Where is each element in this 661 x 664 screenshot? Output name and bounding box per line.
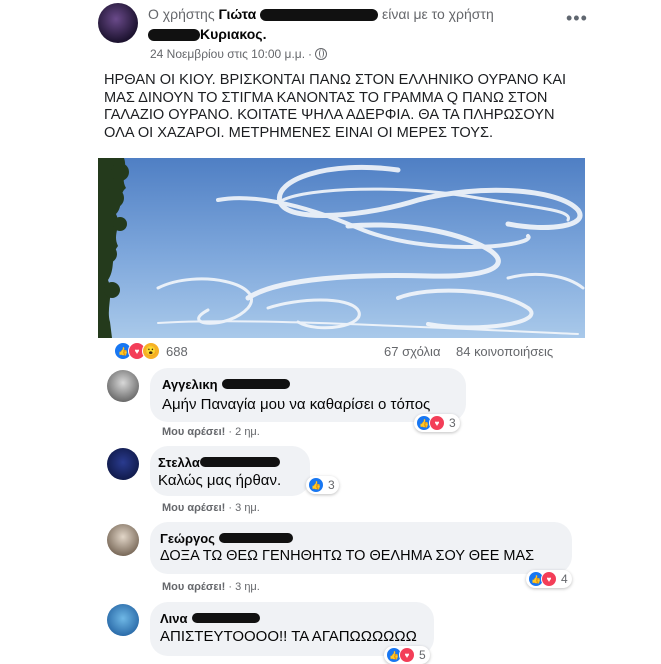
post-image[interactable] [98, 158, 585, 338]
reaction-count: 3 [328, 478, 335, 492]
comment-actions: Μου αρέσει! · 2 ημ. [162, 426, 260, 438]
like-button[interactable]: Μου αρέσει! [162, 502, 225, 514]
redacted-surname [219, 533, 294, 543]
commenter-avatar[interactable] [107, 604, 139, 636]
reaction-count: 3 [449, 416, 456, 430]
redacted-tagged-name [148, 29, 200, 42]
comments-count[interactable]: 67 σχόλια [384, 344, 440, 359]
love-icon: ♥ [399, 647, 415, 663]
actions-separator: · [228, 426, 233, 438]
comment-time[interactable]: 3 ημ. [235, 581, 260, 593]
comment-author[interactable]: Αγγελικη [162, 377, 218, 392]
comment-bubble: Στελλα Καλώς μας ήρθαν. [150, 446, 310, 496]
comment-time[interactable]: 2 ημ. [235, 426, 260, 438]
actions-separator: · [228, 502, 233, 514]
love-icon: ♥ [541, 571, 557, 587]
comment-author[interactable]: Γεώργος [160, 531, 215, 546]
comment-author[interactable]: Στελλα [158, 455, 200, 470]
post-meta: 24 Νοεμβρίου στις 10:00 μ.μ. · [150, 47, 328, 61]
comment-actions: Μου αρέσει! · 3 ημ. [162, 502, 260, 514]
commenter-avatar[interactable] [107, 448, 139, 480]
header-with-text: είναι με το χρήστη [382, 6, 494, 22]
commenter-avatar[interactable] [107, 524, 139, 556]
comment-text: ΔΟΞΑ ΤΩ ΘΕΩ ΓΕΝΗΘΗΤΩ ΤΟ ΘΕΛΗΜΑ ΣΟΥ ΘΕΕ Μ… [160, 548, 535, 564]
sky-contrails-image [98, 158, 585, 338]
shares-count[interactable]: 84 κοινοποιήσεις [456, 344, 553, 359]
more-dots-icon[interactable]: ••• [566, 8, 588, 29]
tagged-user-line: Κυριακος. [148, 26, 266, 42]
comment-text: ΑΠΙΣΤΕΥΤΟΟΟΟ!! ΤΑ ΑΓΑΠΩΩΩΩΩΩ [160, 628, 417, 645]
globe-icon [315, 48, 328, 60]
redacted-surname [199, 457, 280, 467]
comment-author[interactable]: Λινα [160, 611, 188, 626]
comment-reactions[interactable]: 👍 ♥ 3 [414, 414, 460, 432]
like-icon: 👍 [308, 477, 324, 493]
author-name[interactable]: Γιώτα [218, 6, 256, 22]
author-avatar[interactable] [98, 3, 138, 43]
header-prefix: Ο χρήστης [148, 6, 215, 22]
comment-actions: Μου αρέσει! · 3 ημ. [162, 581, 260, 593]
actions-separator: · [228, 581, 233, 593]
comment-reactions[interactable]: 👍 3 [306, 476, 339, 494]
post-text: ΗΡΘΑΝ ΟΙ ΚΙΟΥ. ΒΡΙΣΚΟΝΤΑΙ ΠΑΝΩ ΣΤΟΝ ΕΛΛΗ… [104, 72, 567, 141]
love-icon: ♥ [429, 415, 445, 431]
redacted-surname [191, 613, 260, 623]
reaction-count: 688 [166, 343, 188, 359]
tagged-user[interactable]: Κυριακος. [200, 26, 266, 42]
comment-bubble: Γεώργος ΔΟΞΑ ΤΩ ΘΕΩ ΓΕΝΗΘΗΤΩ ΤΟ ΘΕΛΗΜΑ Σ… [150, 522, 572, 574]
post-date[interactable]: 24 Νοεμβρίου στις 10:00 μ.μ. [150, 47, 305, 61]
comment-reactions[interactable]: 👍 ♥ 5 [384, 646, 430, 664]
post-header: Ο χρήστης Γιώτα είναι με το χρήστη [148, 6, 494, 22]
wow-icon: 😮 [142, 342, 160, 360]
like-button[interactable]: Μου αρέσει! [162, 426, 225, 438]
meta-separator: · [308, 47, 313, 61]
redacted-surname [222, 379, 291, 389]
redacted-surname [260, 9, 379, 22]
comment-text: Καλώς μας ήρθαν. [158, 472, 282, 489]
comment-reactions[interactable]: 👍 ♥ 4 [526, 570, 572, 588]
like-button[interactable]: Μου αρέσει! [162, 581, 225, 593]
reaction-count: 4 [561, 572, 568, 586]
comment-text: Αμήν Παναγία μου να καθαρίσει ο τόπος [162, 396, 431, 413]
post-reactions[interactable]: 👍 ♥ 😮 688 [114, 342, 188, 360]
commenter-avatar[interactable] [107, 370, 139, 402]
comment-time[interactable]: 3 ημ. [235, 502, 260, 514]
